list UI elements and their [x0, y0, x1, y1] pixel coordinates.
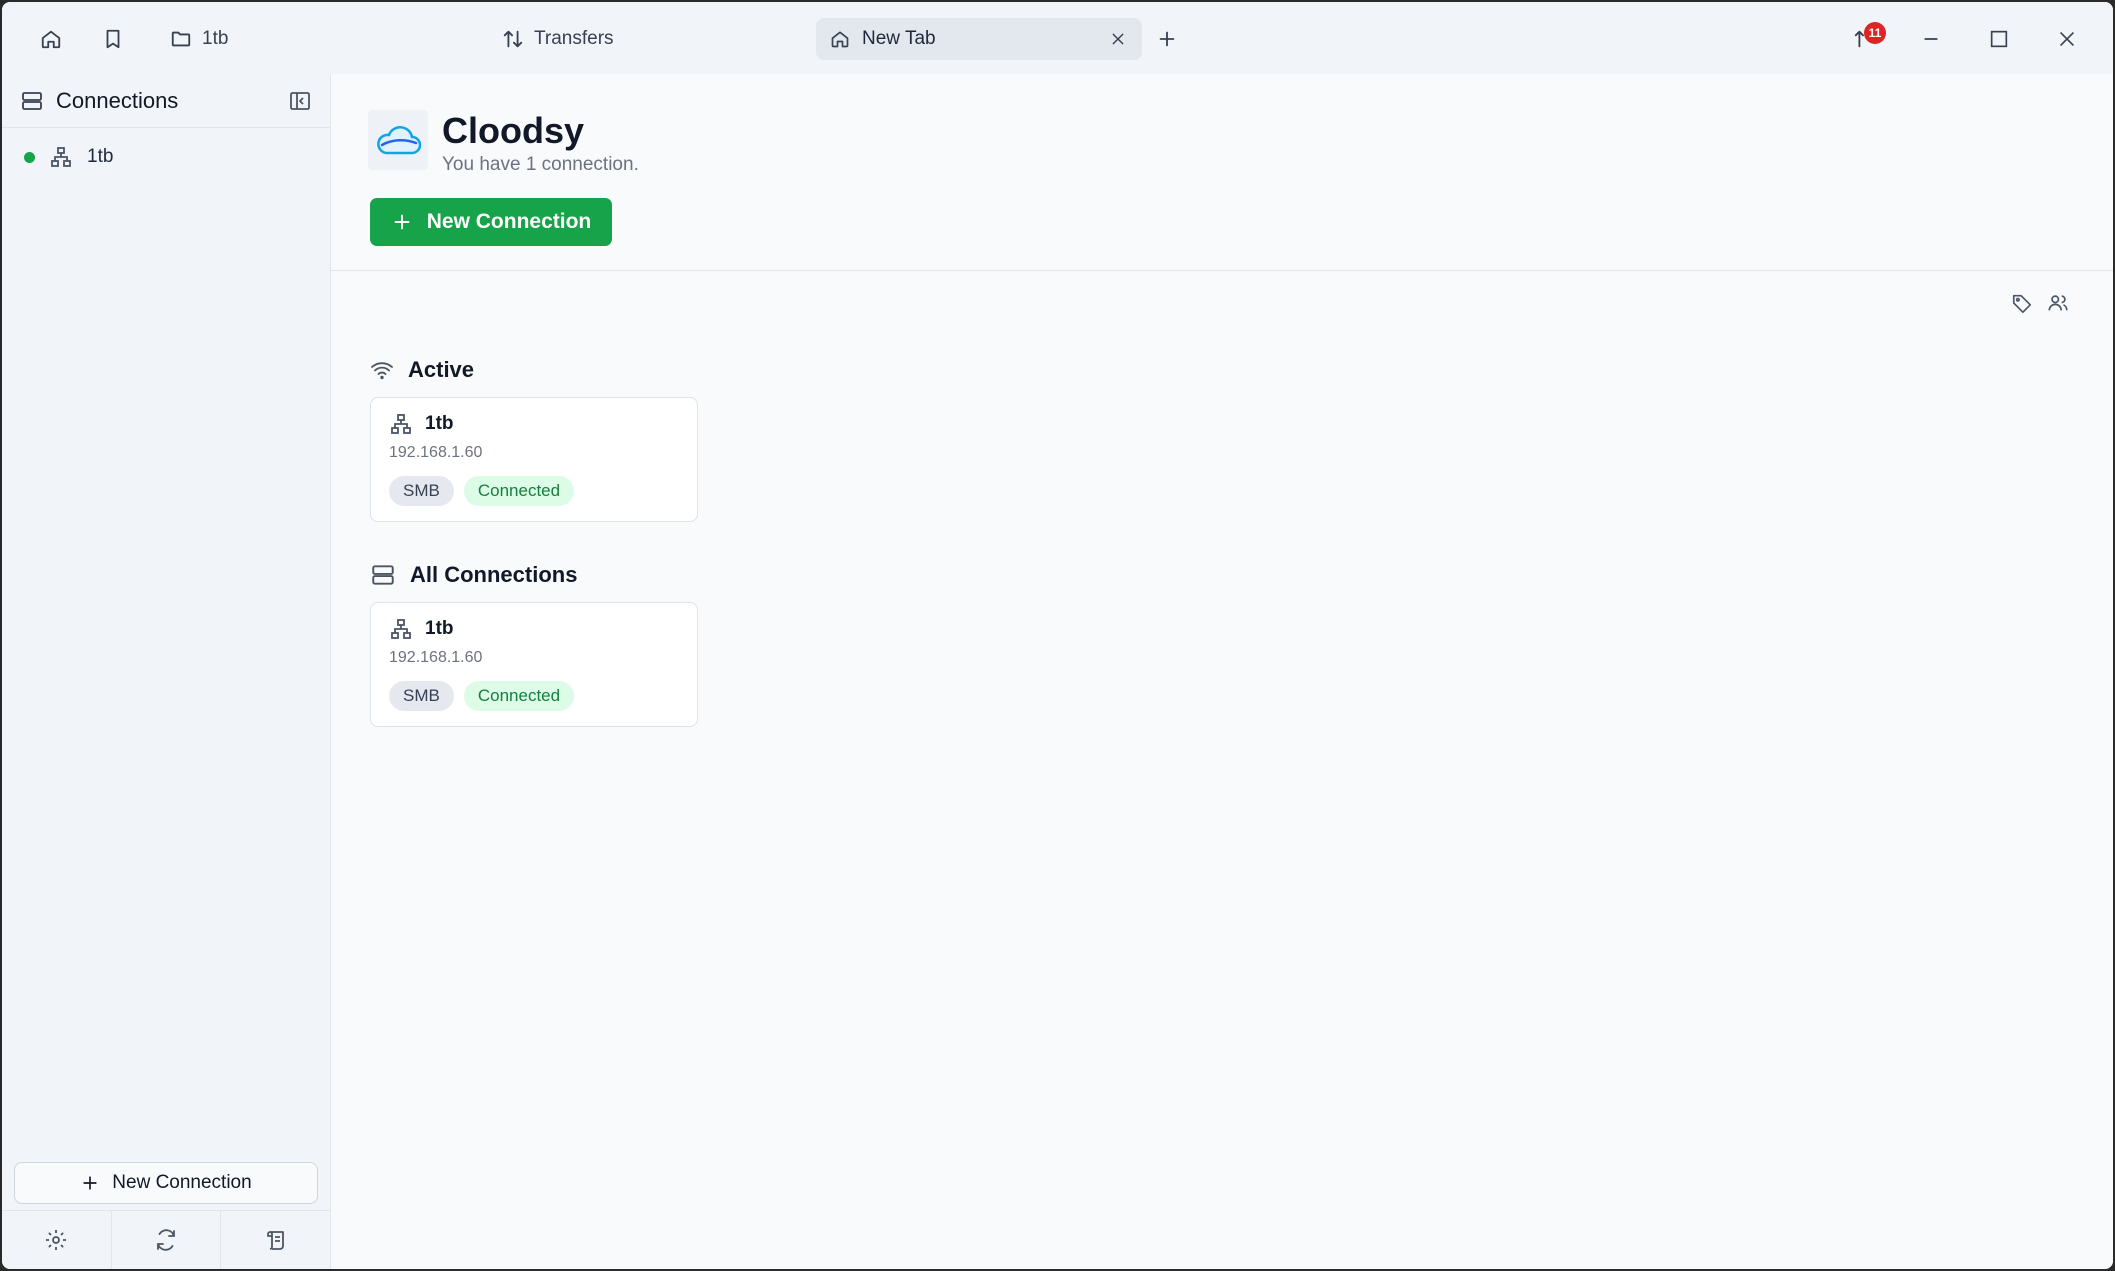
status-badge: Connected: [463, 681, 575, 711]
status-badge: Connected: [463, 476, 575, 506]
bookmark-icon: [106, 29, 120, 49]
notification-badge: 11: [1864, 22, 1886, 44]
sidebar-footer: [2, 1210, 330, 1269]
app-name: Cloodsy: [442, 110, 585, 151]
maximize-icon: [1990, 30, 2008, 48]
close-icon: [1112, 33, 1124, 45]
sidebar-header: Connections: [2, 74, 330, 128]
active-section-label: Active: [408, 357, 475, 382]
plus-icon: [1159, 31, 1175, 47]
app-header: Cloodsy You have 1 connection.: [368, 110, 639, 176]
app-window: 1tb Transfers New Tab 11 Connections 1tb…: [2, 2, 2113, 1269]
network-icon: [391, 414, 411, 434]
server-icon: [22, 91, 42, 110]
active-section-title: Active: [370, 357, 474, 383]
status-dot: [24, 151, 35, 163]
connection-tags: SMB Connected: [389, 681, 679, 711]
maximize-button[interactable]: [1976, 16, 2022, 62]
sidebar-new-connection-button[interactable]: New Connection: [14, 1162, 318, 1204]
new-connection-button[interactable]: New Connection: [370, 198, 612, 246]
divider: [331, 270, 2113, 271]
bookmarks-button[interactable]: [90, 16, 136, 62]
tags-filter-button[interactable]: [2011, 292, 2033, 319]
new-connection-label: New Connection: [426, 210, 592, 233]
tab-new-tab-label: New Tab: [862, 28, 936, 49]
home-icon: [831, 31, 849, 48]
minimize-icon: [1924, 38, 1938, 40]
connection-name: 1tb: [425, 618, 454, 639]
all-connections-section-label: All Connections: [410, 562, 578, 587]
gear-icon: [46, 1230, 67, 1250]
tab-folder-label: 1tb: [202, 28, 229, 49]
sidebar: Connections 1tb New Connection: [2, 74, 331, 1269]
filter-toolbar: [2011, 292, 2069, 319]
sidebar-item-label: 1tb: [87, 146, 114, 167]
network-icon: [391, 619, 411, 639]
connection-card[interactable]: 1tb 192.168.1.60 SMB Connected: [370, 602, 698, 727]
collapse-sidebar-button[interactable]: [288, 89, 312, 113]
connection-name: 1tb: [425, 413, 454, 434]
connection-ip: 192.168.1.60: [389, 649, 483, 666]
plus-icon: [394, 214, 410, 230]
home-icon: [41, 30, 61, 49]
minimize-button[interactable]: [1908, 16, 1954, 62]
users-filter-button[interactable]: [2047, 292, 2069, 319]
title-bar: 1tb Transfers New Tab 11: [2, 2, 2113, 74]
tab-transfers[interactable]: Transfers: [502, 16, 614, 62]
refresh-button[interactable]: [112, 1211, 222, 1269]
close-tab-button[interactable]: [1108, 29, 1128, 49]
users-icon: [2048, 295, 2068, 311]
wifi-icon: [371, 362, 393, 380]
sidebar-item-1tb[interactable]: 1tb: [2, 128, 330, 186]
close-icon: [2059, 31, 2075, 47]
folder-icon: [171, 31, 191, 47]
settings-button[interactable]: [2, 1211, 112, 1269]
tab-transfers-label: Transfers: [534, 28, 614, 49]
server-icon: [372, 565, 394, 585]
scroll-icon: [266, 1231, 284, 1250]
connection-ip: 192.168.1.60: [389, 444, 483, 461]
protocol-badge: SMB: [389, 476, 454, 506]
plus-icon: [83, 1176, 97, 1190]
connection-count-text: You have 1 connection.: [442, 154, 639, 175]
connection-card-header: 1tb: [389, 617, 679, 641]
all-connections-section-title: All Connections: [370, 562, 577, 588]
main-content: Cloodsy You have 1 connection. New Conne…: [331, 74, 2113, 1269]
tag-icon: [2012, 294, 2032, 313]
tab-new-tab[interactable]: New Tab: [816, 18, 1142, 60]
logs-button[interactable]: [221, 1211, 330, 1269]
connection-card-header: 1tb: [389, 412, 679, 436]
transfer-arrows-icon: [503, 30, 523, 48]
sidebar-title: Connections: [56, 87, 179, 113]
connection-card[interactable]: 1tb 192.168.1.60 SMB Connected: [370, 397, 698, 522]
panel-collapse-icon: [290, 91, 310, 110]
app-logo: [368, 110, 428, 170]
tab-folder-1tb[interactable]: 1tb: [170, 16, 228, 62]
add-tab-button[interactable]: [1144, 16, 1190, 62]
close-window-button[interactable]: [2044, 16, 2090, 62]
refresh-icon: [157, 1229, 175, 1251]
protocol-badge: SMB: [389, 681, 454, 711]
home-button[interactable]: [28, 16, 74, 62]
cloud-icon: [377, 126, 422, 155]
connection-tags: SMB Connected: [389, 476, 679, 506]
sidebar-new-connection-label: New Connection: [112, 1172, 252, 1193]
network-icon: [51, 147, 71, 167]
